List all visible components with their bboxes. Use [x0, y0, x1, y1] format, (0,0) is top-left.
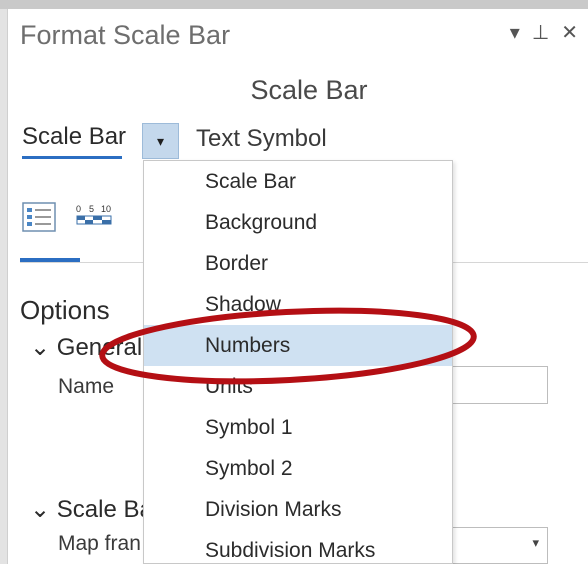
chevron-down-icon: ⌄	[30, 334, 51, 361]
menu-item-numbers[interactable]: Numbers	[144, 325, 452, 366]
options-heading: Options	[20, 295, 110, 325]
menu-item-subdivision-marks[interactable]: Subdivision Marks	[144, 530, 452, 563]
close-icon[interactable]: ✕	[561, 20, 578, 45]
scale-bar-icon[interactable]: 0 5 10	[74, 200, 114, 234]
menu-item-symbol-1[interactable]: Symbol 1	[144, 407, 452, 448]
map-frame-select[interactable]: ▾	[440, 527, 548, 564]
tab-active-indicator	[22, 156, 122, 159]
window-controls: ▾ ⊥ ✕	[510, 20, 578, 45]
map-frame-label: Map fran	[58, 532, 141, 555]
properties-list-icon[interactable]	[20, 200, 60, 234]
name-label: Name	[58, 375, 115, 398]
pin-icon[interactable]: ⊥	[532, 20, 549, 45]
scale-label-10: 10	[101, 204, 111, 214]
tab-scale-bar[interactable]: Scale Bar	[22, 123, 126, 151]
name-field[interactable]	[440, 366, 548, 404]
menu-item-shadow[interactable]: Shadow	[144, 284, 452, 325]
element-dropdown-button[interactable]: ▾	[142, 123, 179, 159]
pane-subtitle: Scale Bar	[250, 75, 368, 105]
scale-bar-group-header[interactable]: ⌄ Scale Ba	[30, 495, 153, 524]
general-group-label: General	[56, 334, 143, 361]
scale-bar-group-label: Scale Ba	[56, 496, 153, 523]
scale-label-0: 0	[76, 204, 81, 214]
format-toolbar: 0 5 10	[20, 200, 114, 234]
scale-label-5: 5	[89, 204, 94, 214]
menu-item-scale-bar[interactable]: Scale Bar	[144, 161, 452, 202]
chevron-down-icon: ▾	[532, 535, 539, 550]
menu-item-background[interactable]: Background	[144, 202, 452, 243]
chevron-down-icon: ▾	[156, 132, 165, 149]
menu-item-border[interactable]: Border	[144, 243, 452, 284]
pane-title: Format Scale Bar	[20, 20, 231, 50]
menu-item-units[interactable]: Units	[144, 366, 452, 407]
element-dropdown-menu: Scale Bar Background Border Shadow Numbe…	[143, 160, 453, 564]
menu-item-symbol-2[interactable]: Symbol 2	[144, 448, 452, 489]
general-group-header[interactable]: ⌄ General	[30, 333, 142, 362]
pane-menu-icon[interactable]: ▾	[510, 20, 520, 45]
menu-item-division-marks[interactable]: Division Marks	[144, 489, 452, 530]
chevron-down-icon: ⌄	[30, 496, 51, 523]
tab-text-symbol[interactable]: Text Symbol	[196, 125, 327, 153]
top-border	[0, 0, 588, 9]
